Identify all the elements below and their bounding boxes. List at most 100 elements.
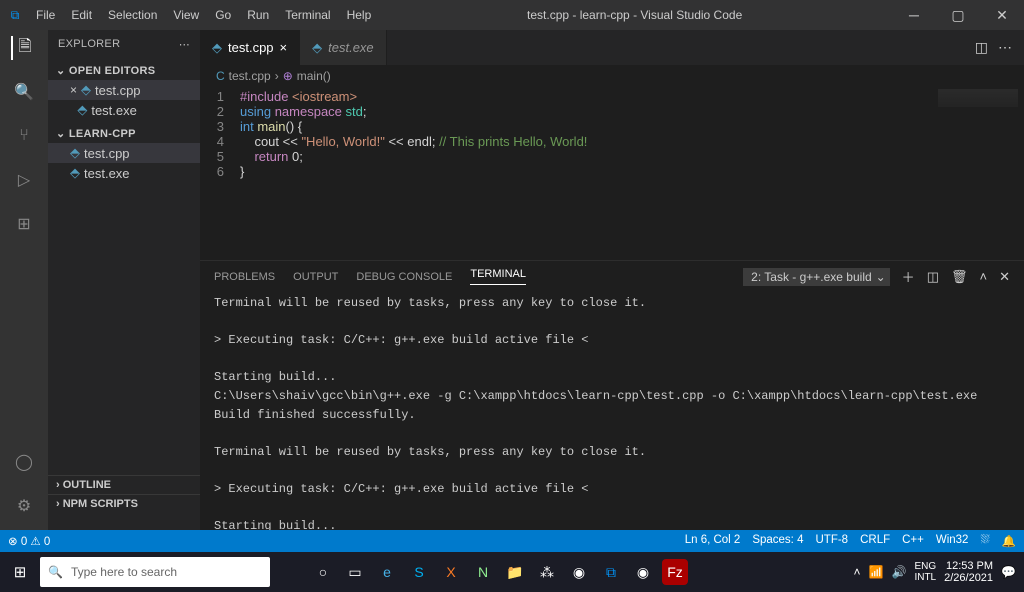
account-icon[interactable]: ◯ bbox=[12, 450, 36, 474]
code-editor[interactable]: 1#include <iostream>2using namespace std… bbox=[200, 87, 1024, 260]
menu-run[interactable]: Run bbox=[241, 4, 275, 26]
code-line[interactable]: 5 return 0; bbox=[200, 149, 1024, 164]
panel-tab-output[interactable]: OUTPUT bbox=[293, 271, 338, 283]
vscode-logo-icon: ⧉ bbox=[0, 8, 30, 23]
status-item[interactable]: CRLF bbox=[860, 534, 890, 548]
cpp-file-icon: ⬘ bbox=[81, 82, 91, 98]
terminal-dropdown[interactable]: 2: Task - g++.exe build bbox=[743, 268, 890, 286]
code-line[interactable]: 6} bbox=[200, 164, 1024, 179]
delete-terminal-icon[interactable]: 🗑 bbox=[951, 269, 968, 285]
taskbar-apps: ○ ▭ e S X N 📁 ⁂ ◉ ⧉ ◉ Fz bbox=[310, 559, 688, 585]
close-tab-icon[interactable]: × bbox=[280, 40, 288, 55]
start-button[interactable]: ⊞ bbox=[0, 563, 40, 581]
panel-tab-terminal[interactable]: TERMINAL bbox=[470, 268, 526, 285]
status-item[interactable]: Spaces: 4 bbox=[752, 534, 803, 548]
project-section[interactable]: LEARN-CPP bbox=[48, 124, 200, 143]
activity-bar: 🗎 🔍 ⑂ ▷ ⊞ ◯ ⚙ bbox=[0, 30, 48, 530]
outline-section[interactable]: OUTLINE bbox=[48, 475, 200, 494]
status-errors[interactable]: ⊗ 0 ⚠ 0 bbox=[8, 534, 50, 548]
edge-icon[interactable]: e bbox=[374, 559, 400, 585]
bottom-panel: PROBLEMS OUTPUT DEBUG CONSOLE TERMINAL 2: T… bbox=[200, 260, 1024, 530]
vscode-app-icon[interactable]: ⧉ bbox=[598, 559, 624, 585]
notifications-icon[interactable]: 💬 bbox=[1001, 565, 1016, 579]
menu-selection[interactable]: Selection bbox=[102, 4, 163, 26]
file-icon: ⬘ bbox=[70, 145, 80, 161]
open-editor-item[interactable]: ×⬘test.cpp bbox=[48, 80, 200, 100]
chrome-icon[interactable]: ◉ bbox=[566, 559, 592, 585]
status-item[interactable]: ⛆ bbox=[980, 534, 989, 548]
project-file-item[interactable]: ⬘test.exe bbox=[48, 163, 200, 183]
menu-edit[interactable]: Edit bbox=[65, 4, 98, 26]
tray-network-icon[interactable]: 📶 bbox=[869, 565, 884, 579]
project-file-item[interactable]: ⬘ test.cpp bbox=[48, 143, 200, 163]
explorer-app-icon[interactable]: 📁 bbox=[502, 559, 528, 585]
maximize-button[interactable]: ▢ bbox=[936, 0, 980, 30]
close-panel-icon[interactable]: ✕ bbox=[999, 269, 1010, 285]
more-actions-icon[interactable]: ⋯ bbox=[998, 39, 1012, 56]
close-button[interactable]: ✕ bbox=[980, 0, 1024, 30]
menu-help[interactable]: Help bbox=[341, 4, 378, 26]
tray-chevron-icon[interactable]: ˄ bbox=[854, 565, 861, 579]
chrome2-icon[interactable]: ◉ bbox=[630, 559, 656, 585]
file-name: test.exe bbox=[91, 103, 137, 118]
tray-volume-icon[interactable]: 🔊 bbox=[891, 565, 906, 579]
status-item[interactable]: UTF-8 bbox=[815, 534, 848, 548]
npm-scripts-section[interactable]: NPM SCRIPTS bbox=[48, 494, 200, 513]
close-icon[interactable] bbox=[70, 103, 73, 117]
editor-tabs: ⬘test.cpp×⬘test.exe ◫ ⋯ bbox=[200, 30, 1024, 65]
status-item[interactable]: Ln 6, Col 2 bbox=[685, 534, 741, 548]
chevron-right-icon: › bbox=[275, 69, 279, 83]
code-line[interactable]: 1#include <iostream> bbox=[200, 89, 1024, 104]
editor-tab[interactable]: ⬘test.exe bbox=[300, 30, 387, 65]
status-bar: ⊗ 0 ⚠ 0 Ln 6, Col 2 Spaces: 4 UTF-8 CRLF C++… bbox=[0, 530, 1024, 552]
explorer-more-icon[interactable]: ⋯ bbox=[179, 38, 190, 51]
open-editor-item[interactable]: ⬘test.exe bbox=[48, 100, 200, 120]
run-debug-icon[interactable]: ▷ bbox=[12, 168, 36, 192]
tab-label: test.cpp bbox=[228, 40, 274, 55]
search-icon: 🔍 bbox=[48, 565, 63, 579]
split-terminal-icon[interactable]: ◫ bbox=[927, 269, 939, 285]
editor-tab[interactable]: ⬘test.cpp× bbox=[200, 30, 300, 65]
terminal-output[interactable]: Terminal will be reused by tasks, press … bbox=[200, 286, 1024, 530]
tray-clock[interactable]: 12:53 PM2/26/2021 bbox=[944, 560, 993, 584]
explorer-icon[interactable]: 🗎 bbox=[11, 36, 35, 60]
tab-label: test.exe bbox=[328, 40, 374, 55]
menu-file[interactable]: File bbox=[30, 4, 61, 26]
code-line[interactable]: 2using namespace std; bbox=[200, 104, 1024, 119]
breadcrumb[interactable]: C test.cpp › ⊕ main() bbox=[200, 65, 1024, 87]
windows-taskbar: ⊞ 🔍 Type here to search ○ ▭ e S X N 📁 ⁂ … bbox=[0, 552, 1024, 592]
minimap[interactable] bbox=[938, 89, 1018, 107]
panel-tab-problems[interactable]: PROBLEMS bbox=[214, 271, 275, 283]
file-icon: ⬘ bbox=[70, 165, 80, 181]
close-icon[interactable]: × bbox=[70, 83, 77, 97]
split-editor-icon[interactable]: ◫ bbox=[975, 39, 988, 56]
file-name: test.cpp bbox=[84, 146, 130, 161]
status-item[interactable]: 🔔 bbox=[1002, 534, 1016, 548]
new-terminal-icon[interactable]: ＋ bbox=[902, 267, 915, 286]
open-editors-section[interactable]: OPEN EDITORS bbox=[48, 61, 200, 80]
source-control-icon[interactable]: ⑂ bbox=[12, 124, 36, 148]
status-item[interactable]: Win32 bbox=[936, 534, 969, 548]
npp-icon[interactable]: N bbox=[470, 559, 496, 585]
windows-search[interactable]: 🔍 Type here to search bbox=[40, 557, 270, 587]
maximize-panel-icon[interactable]: ˄ bbox=[980, 269, 988, 284]
tray-language[interactable]: ENGINTL bbox=[914, 561, 936, 583]
minimize-button[interactable]: ─ bbox=[892, 0, 936, 30]
settings-gear-icon[interactable]: ⚙ bbox=[12, 494, 36, 518]
menu-bar: FileEditSelectionViewGoRunTerminalHelp bbox=[30, 4, 377, 26]
xampp-icon[interactable]: X bbox=[438, 559, 464, 585]
extensions-icon[interactable]: ⊞ bbox=[12, 212, 36, 236]
code-line[interactable]: 3int main() { bbox=[200, 119, 1024, 134]
menu-terminal[interactable]: Terminal bbox=[279, 4, 336, 26]
menu-go[interactable]: Go bbox=[209, 4, 237, 26]
filezilla-icon[interactable]: Fz bbox=[662, 559, 688, 585]
cortana-icon[interactable]: ○ bbox=[310, 559, 336, 585]
task-view-icon[interactable]: ▭ bbox=[342, 559, 368, 585]
code-line[interactable]: 4 cout << "Hello, World!" << endl; // Th… bbox=[200, 134, 1024, 149]
skype-icon[interactable]: S bbox=[406, 559, 432, 585]
menu-view[interactable]: View bbox=[167, 4, 205, 26]
panel-tab-debug-console[interactable]: DEBUG CONSOLE bbox=[356, 271, 452, 283]
slack-icon[interactable]: ⁂ bbox=[534, 559, 560, 585]
search-icon[interactable]: 🔍 bbox=[12, 80, 36, 104]
status-item[interactable]: C++ bbox=[902, 534, 924, 548]
